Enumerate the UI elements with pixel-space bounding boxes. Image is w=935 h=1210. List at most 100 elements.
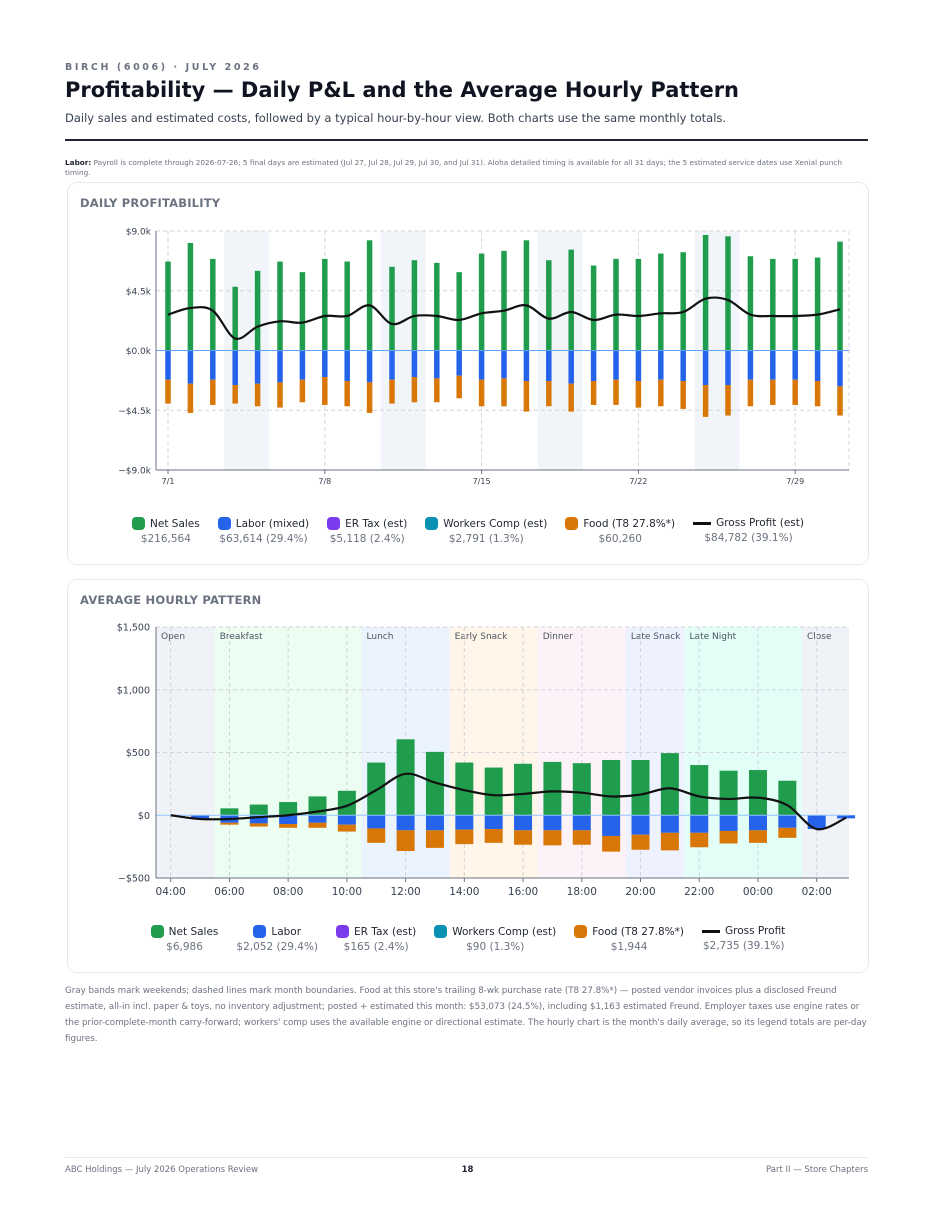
x-tick-label: 08:00 xyxy=(273,886,303,898)
legend-item: Workers Comp (est) $90 (1.3%) xyxy=(434,925,556,953)
bar-labor xyxy=(680,350,686,382)
daypart-label: Lunch xyxy=(367,632,394,642)
legend-value: $6,986 xyxy=(166,941,203,953)
bar-food xyxy=(514,830,533,845)
bar-net-sales xyxy=(590,265,597,351)
y-tick-label: −$9.0k xyxy=(118,467,152,477)
daily-profitability-chart: −$9.0k −$4.5k $0.0k $4.5k $9.0k 7/1 7/8 7/15 7/2… xyxy=(118,228,850,486)
bar-food xyxy=(658,379,664,407)
legend-value: $63,614 (29.4%) xyxy=(219,533,308,545)
legend-item: Food (T8 27.8%*) $60,260 xyxy=(565,517,675,545)
hourly-pattern-chart: Open Breakfast Lunch Early Snack Dinner Late … xyxy=(117,623,856,898)
bar-food xyxy=(389,379,395,404)
bar-food xyxy=(455,829,474,845)
bar-labor xyxy=(456,350,462,376)
bar-net-sales xyxy=(725,236,731,351)
daily-legend: Net Sales $216,564 Labor (mixed) $63,614 (2… xyxy=(68,517,868,545)
legend-item: Net Sales $6,986 xyxy=(150,925,219,953)
legend-value: $5,118 (2.4%) xyxy=(329,533,405,545)
bar-net-sales xyxy=(658,253,664,351)
bar-labor xyxy=(814,350,821,382)
x-tick-label: 00:00 xyxy=(743,886,773,898)
bar-labor xyxy=(411,350,418,378)
bar-labor xyxy=(837,350,843,387)
legend-value: $165 (2.4%) xyxy=(343,941,409,953)
bar-food xyxy=(484,829,503,843)
legend-value: $2,052 (29.4%) xyxy=(236,941,319,953)
legend-swatch xyxy=(253,925,267,938)
bar-labor xyxy=(337,815,356,825)
legend-label: Net Sales xyxy=(168,925,219,938)
bar-labor xyxy=(523,350,530,382)
y-tick-label: −$500 xyxy=(118,874,150,885)
daypart-label: Close xyxy=(807,632,832,642)
legend-swatch xyxy=(434,925,448,938)
bar-labor xyxy=(455,815,474,830)
bar-labor xyxy=(277,350,283,383)
bar-net-sales xyxy=(434,262,440,351)
x-tick-label: 7/15 xyxy=(473,477,491,486)
bar-net-sales xyxy=(770,258,776,351)
bar-food xyxy=(602,835,621,852)
legend-label: ER Tax (est) xyxy=(354,925,417,938)
bar-net-sales xyxy=(631,760,650,816)
daypart-label: Late Night xyxy=(690,632,737,642)
bar-food xyxy=(725,385,731,416)
page-subtitle: Daily sales and estimated costs, followe… xyxy=(65,111,727,125)
bar-labor xyxy=(590,350,597,382)
bar-net-sales xyxy=(837,241,843,351)
bar-net-sales xyxy=(396,739,415,816)
bar-net-sales xyxy=(411,260,418,351)
bar-net-sales xyxy=(523,240,530,351)
bar-labor xyxy=(396,815,415,831)
bar-food xyxy=(631,834,650,850)
title-rule xyxy=(65,139,868,141)
x-tick-label: 16:00 xyxy=(508,886,538,898)
bar-net-sales xyxy=(572,763,591,816)
bar-net-sales xyxy=(249,804,268,816)
bar-net-sales xyxy=(187,242,194,351)
bar-net-sales xyxy=(748,770,767,816)
bar-food xyxy=(254,383,261,407)
legend-label: Labor xyxy=(271,925,302,938)
hourly-legend: Net Sales $6,986 Labor $2,052 (29.4%) ER Tax… xyxy=(68,925,868,953)
bar-net-sales xyxy=(719,770,738,816)
bar-labor xyxy=(425,815,444,831)
legend-label: Food (T8 27.8%*) xyxy=(583,517,676,530)
y-tick-label: $9.0k xyxy=(126,228,152,238)
bar-labor xyxy=(187,350,194,384)
bar-net-sales xyxy=(660,753,679,816)
legend-swatch xyxy=(574,925,588,938)
x-tick-label: 12:00 xyxy=(390,886,420,898)
legend-item: Labor (mixed) $63,614 (29.4%) xyxy=(217,517,309,545)
bar-labor xyxy=(719,815,738,831)
bar-food xyxy=(279,824,298,828)
bar-net-sales xyxy=(501,250,507,351)
legend-value: $90 (1.3%) xyxy=(466,941,525,953)
bar-labor xyxy=(725,350,731,386)
bar-food xyxy=(337,824,356,832)
bar-labor xyxy=(568,350,574,384)
bar-labor xyxy=(366,350,373,383)
y-tick-label: −$4.5k xyxy=(118,407,152,417)
bar-food xyxy=(778,827,797,838)
bar-labor xyxy=(660,815,679,833)
bar-food xyxy=(434,378,440,403)
bar-food xyxy=(366,382,373,413)
bar-food xyxy=(411,377,418,403)
legend-item: Workers Comp (est) $2,791 (1.3%) xyxy=(425,517,547,545)
legend-swatch xyxy=(425,517,439,530)
bar-food xyxy=(792,379,798,405)
legend-value: $1,944 xyxy=(610,941,648,953)
bar-labor xyxy=(658,350,664,380)
bar-net-sales xyxy=(680,252,686,351)
bar-labor xyxy=(635,350,642,382)
legend-item: ER Tax (est) $5,118 (2.4%) xyxy=(327,517,407,545)
legend-label: ER Tax (est) xyxy=(345,517,408,530)
bar-food xyxy=(249,823,268,827)
bar-food xyxy=(770,379,776,405)
bar-food xyxy=(572,830,591,845)
bar-labor xyxy=(748,815,767,831)
legend-swatch xyxy=(150,925,164,938)
y-tick-label: $500 xyxy=(126,748,150,759)
